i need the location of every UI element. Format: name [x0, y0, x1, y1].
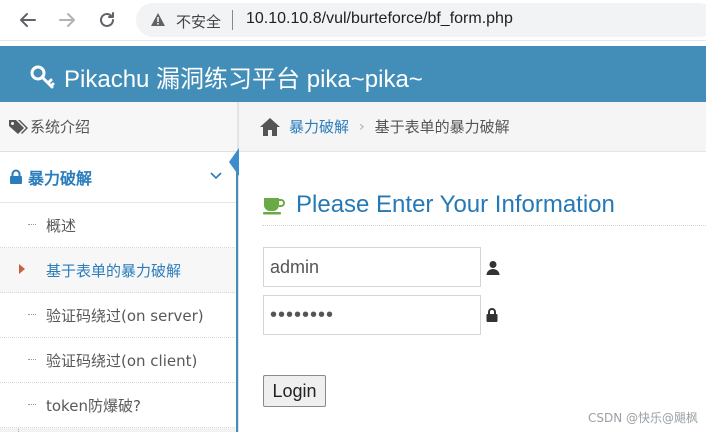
sidebar-item-label: token防爆破? [46, 396, 141, 415]
address-bar[interactable]: 不安全 10.10.10.8/vul/burteforce/bf_form.ph… [136, 3, 706, 37]
sidebar-item-overview[interactable]: 概述 [0, 203, 237, 248]
sidebar-item-token[interactable]: token防爆破? [0, 383, 237, 428]
coffee-icon [263, 198, 285, 215]
page-title: Please Enter Your Information [296, 191, 615, 218]
username-input[interactable]: admin [263, 247, 481, 287]
breadcrumb: 暴力破解 › 基于表单的暴力破解 [239, 102, 706, 152]
watermark: CSDN @快乐@飓枫 [587, 411, 698, 425]
browser-toolbar: 不安全 10.10.10.8/vul/burteforce/bf_form.ph… [0, 0, 706, 41]
tree-dash [28, 314, 36, 315]
password-input[interactable]: •••••••• [263, 295, 481, 335]
lock-icon [10, 169, 22, 184]
tree-dash [28, 359, 36, 360]
chevron-down-icon [210, 172, 222, 180]
sidebar-item-label: 验证码绕过(on server) [46, 306, 204, 325]
not-secure-label: 不安全 [176, 13, 222, 31]
breadcrumb-link-bruteforce[interactable]: 暴力破解 [289, 116, 349, 137]
login-button[interactable]: Login [263, 375, 326, 407]
sidebar-item-label: 验证码绕过(on client) [46, 351, 198, 370]
sidebar-item-label: 概述 [46, 216, 77, 235]
page-header: Please Enter Your Information [262, 185, 706, 226]
site-header: Pikachu 漏洞练习平台 pika~pika~ [0, 46, 706, 102]
caret-right-icon [19, 264, 25, 274]
sidebar-item-captcha-client[interactable]: 验证码绕过(on client) [0, 338, 237, 383]
sidebar-item-intro[interactable]: 系统介绍 [0, 102, 237, 152]
site-brand[interactable]: Pikachu 漏洞练习平台 pika~pika~ [30, 59, 423, 94]
reload-icon [100, 12, 114, 27]
sidebar-item-label: 基于表单的暴力破解 [46, 261, 182, 280]
sidebar-group-bruteforce[interactable]: 暴力破解 [0, 152, 237, 203]
back-button[interactable] [16, 8, 40, 32]
url-text[interactable]: 10.10.10.8/vul/burteforce/bf_form.php [246, 10, 513, 28]
breadcrumb-separator: › [359, 118, 365, 135]
arrow-right-icon [59, 13, 75, 27]
sidebar-group-label: 暴力破解 [28, 169, 93, 188]
tags-icon [9, 119, 28, 134]
sidebar-item-form-bruteforce[interactable]: 基于表单的暴力破解 [0, 248, 237, 293]
sidebar-item-label: 系统介绍 [30, 118, 91, 136]
arrow-left-icon [20, 13, 36, 27]
tree-dash [28, 404, 36, 405]
forward-button[interactable] [55, 8, 79, 32]
site-title: Pikachu 漏洞练习平台 pika~pika~ [64, 66, 423, 93]
address-separator [232, 10, 233, 30]
user-icon [486, 261, 500, 275]
breadcrumb-current: 基于表单的暴力破解 [374, 118, 510, 136]
lock-icon [486, 308, 498, 322]
sidebar-rail [236, 152, 238, 432]
home-icon[interactable] [259, 117, 281, 137]
reload-button[interactable] [95, 8, 119, 32]
active-pointer [229, 148, 239, 176]
warning-icon [151, 13, 165, 26]
tree-dash [28, 224, 36, 225]
sidebar-item-captcha-server[interactable]: 验证码绕过(on server) [0, 293, 237, 338]
key-icon [30, 65, 55, 88]
